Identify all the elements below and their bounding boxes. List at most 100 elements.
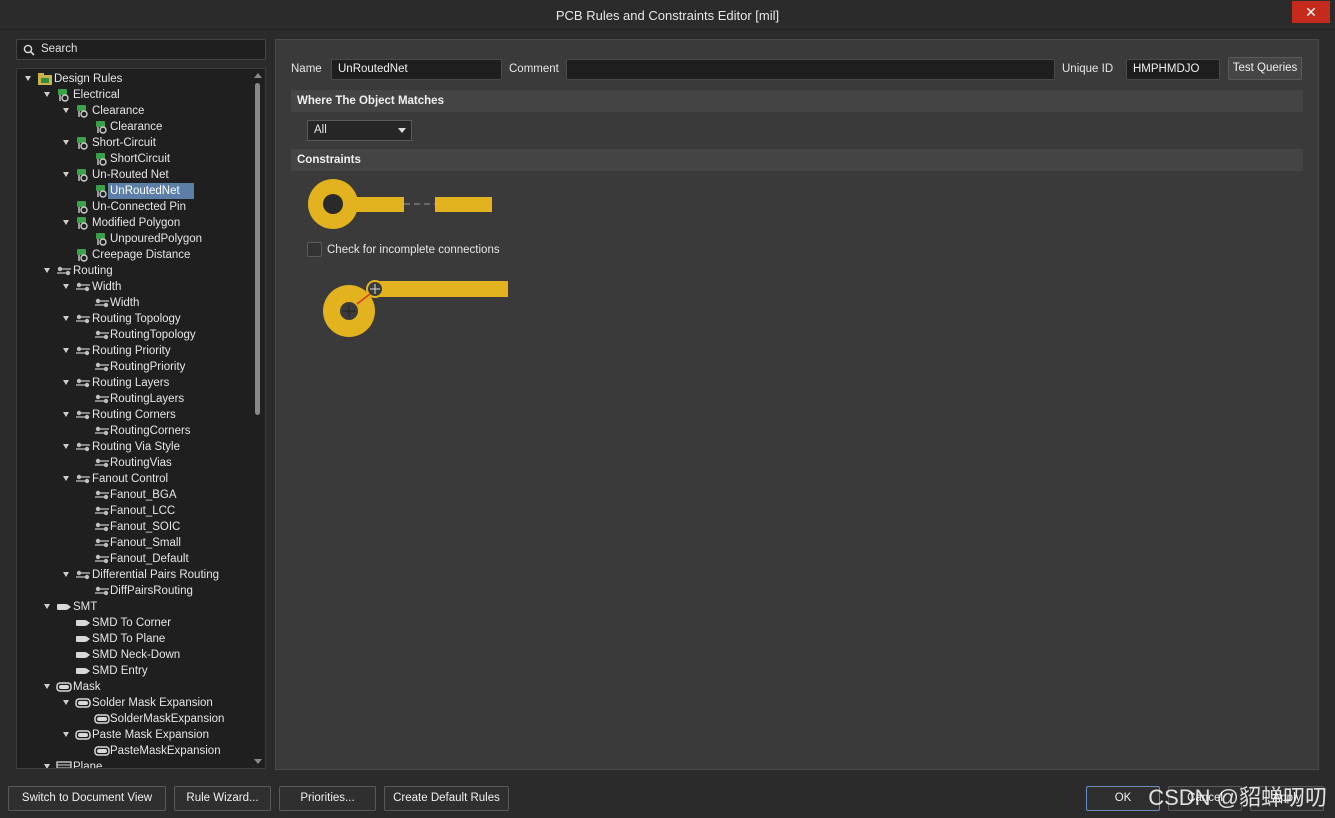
expand-arrow-icon[interactable]	[44, 604, 50, 609]
tree-item[interactable]: Clearance	[17, 119, 253, 135]
tree-item[interactable]: SMD Entry	[17, 663, 253, 679]
tree-item[interactable]: RoutingLayers	[17, 391, 253, 407]
expand-arrow-icon[interactable]	[44, 684, 50, 689]
tree-item-label: Fanout_Default	[110, 553, 189, 565]
tree-item[interactable]: Fanout_LCC	[17, 503, 253, 519]
expand-arrow-icon[interactable]	[63, 572, 69, 577]
tree-item[interactable]: Routing	[17, 263, 253, 279]
tree-item[interactable]: SMD Neck-Down	[17, 647, 253, 663]
tree-item[interactable]: RoutingCorners	[17, 423, 253, 439]
close-button[interactable]: ✕	[1292, 1, 1330, 23]
expand-arrow-icon[interactable]	[63, 284, 69, 289]
tree-item[interactable]: Fanout Control	[17, 471, 253, 487]
switch-to-document-view-button[interactable]: Switch to Document View	[8, 786, 166, 811]
expand-arrow-icon[interactable]	[63, 444, 69, 449]
smt-rule-icon	[56, 600, 72, 614]
tree-item[interactable]: Electrical	[17, 87, 253, 103]
tree-item[interactable]: Fanout_BGA	[17, 487, 253, 503]
tree-item[interactable]: Routing Layers	[17, 375, 253, 391]
tree-item[interactable]: SMD To Corner	[17, 615, 253, 631]
expand-arrow-icon[interactable]	[63, 476, 69, 481]
test-queries-button[interactable]: Test Queries	[1228, 57, 1302, 80]
expand-arrow-icon[interactable]	[63, 380, 69, 385]
tree-item[interactable]: Design Rules	[17, 71, 253, 87]
tree-item[interactable]: Fanout_Small	[17, 535, 253, 551]
expand-arrow-icon[interactable]	[63, 108, 69, 113]
expand-arrow-icon[interactable]	[63, 348, 69, 353]
tree-item[interactable]: SolderMaskExpansion	[17, 711, 253, 727]
tree-item[interactable]: Routing Topology	[17, 311, 253, 327]
tree-item[interactable]: Routing Priority	[17, 343, 253, 359]
unique-id-field[interactable]: HMPHMDJO	[1126, 59, 1220, 80]
expand-arrow-icon[interactable]	[63, 700, 69, 705]
comment-field[interactable]	[566, 59, 1055, 80]
tree-item-label: Fanout_SOIC	[110, 521, 181, 533]
tree-item[interactable]: DiffPairsRouting	[17, 583, 253, 599]
tree-item[interactable]: RoutingTopology	[17, 327, 253, 343]
create-default-rules-button[interactable]: Create Default Rules	[384, 786, 509, 811]
tree-item[interactable]: Differential Pairs Routing	[17, 567, 253, 583]
tree-item[interactable]: Modified Polygon	[17, 215, 253, 231]
tree-item-label: DiffPairsRouting	[110, 585, 193, 597]
tree-item[interactable]: UnpouredPolygon	[17, 231, 253, 247]
tree-item[interactable]: Fanout_Default	[17, 551, 253, 567]
name-field[interactable]: UnRoutedNet	[331, 59, 502, 80]
tree-item[interactable]: Un-Routed Net	[17, 167, 253, 183]
tree-item-label: Routing Via Style	[92, 441, 181, 453]
tree-item[interactable]: Solder Mask Expansion	[17, 695, 253, 711]
tree-item[interactable]: Routing Corners	[17, 407, 253, 423]
routing-rule-icon	[75, 472, 91, 486]
tree-item[interactable]: Short-Circuit	[17, 135, 253, 151]
tree-item[interactable]: PasteMaskExpansion	[17, 743, 253, 759]
tree-item[interactable]: UnRoutedNet	[17, 183, 253, 199]
search-input[interactable]: Search	[16, 39, 266, 60]
expand-arrow-icon[interactable]	[63, 412, 69, 417]
routing-rule-icon	[94, 392, 110, 406]
scroll-thumb[interactable]	[255, 83, 260, 415]
tree-item[interactable]: Clearance	[17, 103, 253, 119]
electrical-rule-icon	[75, 216, 91, 230]
routing-rule-icon	[94, 360, 110, 374]
tree-item-label: Short-Circuit	[92, 137, 156, 149]
tree-item[interactable]: Plane	[17, 759, 253, 769]
tree-item[interactable]: Creepage Distance	[17, 247, 253, 263]
tree-item-label: Plane	[73, 761, 103, 769]
tree-item[interactable]: Un-Connected Pin	[17, 199, 253, 215]
expand-arrow-icon[interactable]	[63, 220, 69, 225]
tree-item[interactable]: ShortCircuit	[17, 151, 253, 167]
tree-item[interactable]: Fanout_SOIC	[17, 519, 253, 535]
tree-item-label: Fanout_LCC	[110, 505, 176, 517]
routing-rule-icon	[94, 520, 110, 534]
rule-wizard-button[interactable]: Rule Wizard...	[174, 786, 271, 811]
routing-rule-icon	[94, 584, 110, 598]
tree-item[interactable]: RoutingVias	[17, 455, 253, 471]
rules-tree[interactable]: Design Rules Electrical Clearance Clearance…	[16, 68, 266, 769]
expand-arrow-icon[interactable]	[25, 76, 31, 81]
expand-arrow-icon[interactable]	[63, 316, 69, 321]
expand-arrow-icon[interactable]	[63, 140, 69, 145]
scroll-down-icon[interactable]	[254, 759, 262, 764]
tree-item-label: UnpouredPolygon	[110, 233, 203, 245]
tree-item[interactable]: Paste Mask Expansion	[17, 727, 253, 743]
expand-arrow-icon[interactable]	[44, 92, 50, 97]
tree-item[interactable]: Routing Via Style	[17, 439, 253, 455]
tree-item[interactable]: SMT	[17, 599, 253, 615]
tree-item[interactable]: RoutingPriority	[17, 359, 253, 375]
priorities-button[interactable]: Priorities...	[279, 786, 376, 811]
expand-arrow-icon[interactable]	[44, 764, 50, 768]
expand-arrow-icon[interactable]	[63, 172, 69, 177]
incomplete-connections-checkbox[interactable]	[307, 242, 322, 257]
tree-scrollbar[interactable]	[251, 69, 265, 768]
tree-item-label: Routing	[73, 265, 113, 277]
scope-select[interactable]: All	[307, 120, 412, 141]
scroll-up-icon[interactable]	[254, 73, 262, 78]
routing-rule-icon	[94, 488, 110, 502]
tree-item[interactable]: Width	[17, 279, 253, 295]
comment-label: Comment	[509, 63, 559, 75]
expand-arrow-icon[interactable]	[63, 732, 69, 737]
expand-arrow-icon[interactable]	[44, 268, 50, 273]
tree-item[interactable]: SMD To Plane	[17, 631, 253, 647]
tree-item[interactable]: Mask	[17, 679, 253, 695]
mask-rule-icon	[75, 696, 91, 710]
tree-item[interactable]: Width	[17, 295, 253, 311]
